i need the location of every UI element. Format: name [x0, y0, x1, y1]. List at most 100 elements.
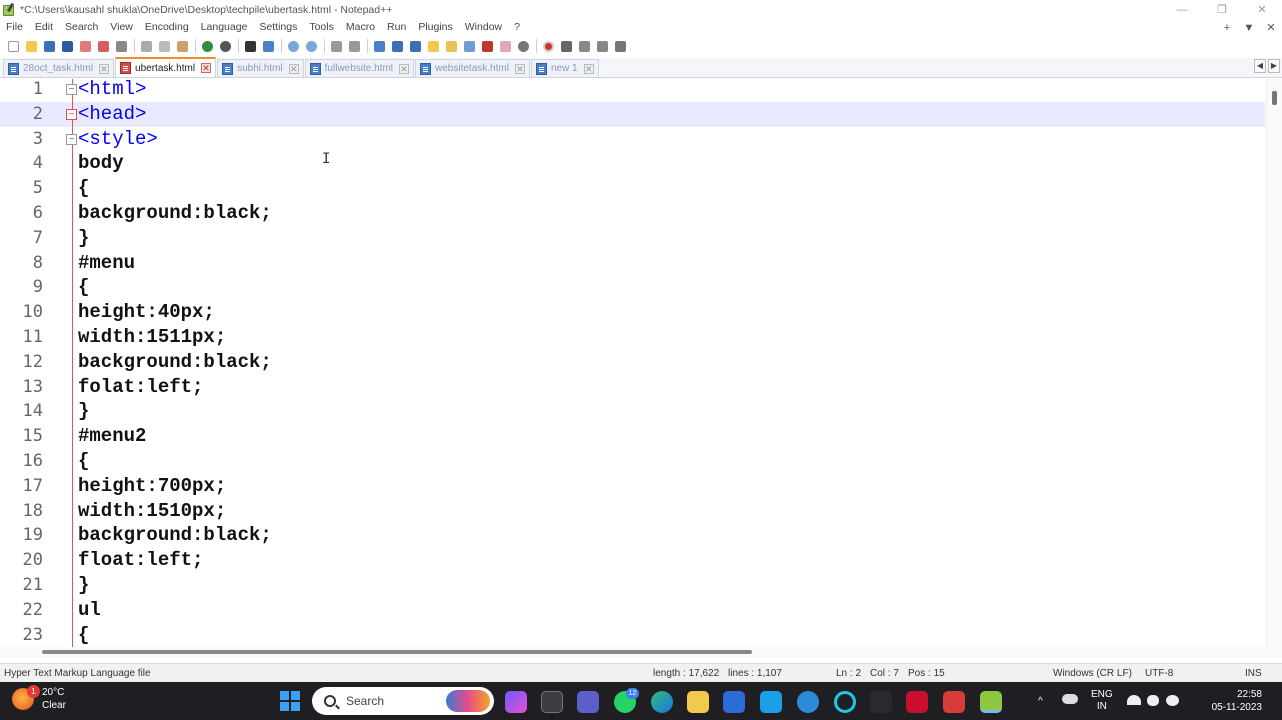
file-explorer-icon[interactable] [687, 691, 709, 713]
menu-search[interactable]: Search [59, 19, 104, 36]
doc-list-icon[interactable] [461, 38, 477, 54]
menu-window[interactable]: Window [459, 19, 508, 36]
add-tab-button[interactable]: + [1216, 19, 1238, 36]
onedrive-icon[interactable] [1062, 694, 1078, 704]
horizontal-scroll-thumb[interactable] [42, 650, 752, 654]
menu-encoding[interactable]: Encoding [139, 19, 195, 36]
stop-macro-icon[interactable] [558, 38, 574, 54]
tab-scroll-left-button[interactable]: ◀ [1254, 59, 1266, 73]
code-line[interactable]: 6 background:black; [0, 201, 1265, 226]
tab-websitetask[interactable]: websitetask.html ✕ [415, 59, 530, 77]
html-tag-text[interactable]: <style> [78, 127, 158, 152]
close-document-button[interactable]: ✕ [1260, 19, 1282, 36]
code-text[interactable]: { [78, 275, 89, 300]
task-view-icon[interactable] [541, 691, 563, 713]
weather-widget[interactable]: 1 20°C Clear [12, 685, 66, 712]
vertical-scrollbar[interactable] [1266, 79, 1282, 647]
tab-subhi[interactable]: subhi.html ✕ [217, 59, 304, 77]
close-window-button[interactable]: ✕ [1242, 0, 1282, 19]
close-all-icon[interactable] [95, 38, 111, 54]
close-icon[interactable]: ✕ [201, 63, 212, 73]
edge-browser-icon[interactable] [651, 691, 673, 713]
code-line[interactable]: 20 float:left; [0, 548, 1265, 573]
screen-recorder-icon[interactable] [943, 691, 965, 713]
menu-settings[interactable]: Settings [253, 19, 303, 36]
code-line[interactable]: 4 body [0, 151, 1265, 176]
save-all-icon[interactable] [59, 38, 75, 54]
copilot-icon[interactable] [505, 691, 527, 713]
undo-icon[interactable] [199, 38, 215, 54]
code-line[interactable]: 15 #menu2 [0, 424, 1265, 449]
code-line[interactable]: 2 <head> [0, 101, 1265, 127]
status-eol-format[interactable]: Windows (CR LF) [1053, 664, 1132, 683]
print-icon[interactable] [113, 38, 129, 54]
code-line[interactable]: 8 #menu [0, 251, 1265, 276]
chrome-app-icon[interactable] [797, 691, 819, 713]
code-text[interactable]: body [78, 151, 124, 176]
function-list-icon[interactable] [479, 38, 495, 54]
open-file-icon[interactable] [23, 38, 39, 54]
play-macro-icon[interactable] [576, 38, 592, 54]
code-text[interactable]: } [78, 226, 89, 251]
code-editor[interactable]: 1 <html> 2 <head> 3 <style> 4 body 5{6 background… [0, 79, 1282, 647]
vertical-scroll-thumb[interactable] [1272, 91, 1277, 105]
start-button-windows-icon[interactable] [280, 691, 300, 711]
code-text[interactable]: } [78, 573, 89, 598]
code-line[interactable]: 19 background:black; [0, 523, 1265, 548]
close-icon[interactable]: ✕ [514, 63, 525, 74]
volume-icon[interactable] [1147, 695, 1159, 706]
close-icon[interactable]: ✕ [288, 63, 299, 74]
record-macro-icon[interactable] [540, 38, 556, 54]
indent-guide-icon[interactable] [407, 38, 423, 54]
teams-chat-icon[interactable] [577, 691, 599, 713]
code-line[interactable]: 16 { [0, 449, 1265, 474]
code-line[interactable]: 5{ [0, 176, 1265, 201]
code-line[interactable]: 1 <html> [0, 79, 1265, 102]
fold-toggle-icon[interactable]: − [66, 84, 77, 95]
list-tabs-button[interactable]: ▼ [1238, 19, 1260, 36]
wifi-icon[interactable] [1127, 695, 1141, 705]
find-icon[interactable] [242, 38, 258, 54]
code-text[interactable]: { [78, 176, 89, 201]
code-text[interactable]: #menu [78, 251, 135, 276]
close-icon[interactable]: ✕ [583, 63, 594, 74]
monitoring-icon[interactable] [515, 38, 531, 54]
tab-scroll-right-button[interactable]: ▶ [1268, 59, 1280, 73]
status-insert-mode[interactable]: INS [1245, 664, 1262, 683]
menu-file[interactable]: File [0, 19, 29, 36]
menu-tools[interactable]: Tools [303, 19, 340, 36]
copy-icon[interactable] [156, 38, 172, 54]
code-text[interactable]: ul [78, 598, 101, 623]
folder-workspace-icon[interactable] [497, 38, 513, 54]
code-text[interactable]: folat:left; [78, 375, 203, 400]
code-text[interactable]: background:black; [78, 350, 272, 375]
menu-run[interactable]: Run [381, 19, 412, 36]
save-icon[interactable] [41, 38, 57, 54]
menu-help[interactable]: ? [508, 19, 526, 36]
redo-icon[interactable] [217, 38, 233, 54]
minimize-button[interactable]: — [1162, 0, 1202, 19]
restore-button[interactable]: ❐ [1202, 0, 1242, 19]
horizontal-scrollbar[interactable] [0, 647, 1282, 657]
tab-new-1[interactable]: new 1 ✕ [530, 59, 599, 77]
run-macro-multiple-icon[interactable] [594, 38, 610, 54]
cortana-icon[interactable] [834, 691, 856, 713]
word-wrap-icon[interactable] [371, 38, 387, 54]
code-line[interactable]: 9{ [0, 275, 1265, 300]
replace-icon[interactable] [260, 38, 276, 54]
taskbar-search-box[interactable]: Search [312, 687, 494, 715]
html-tag-text[interactable]: <html> [78, 79, 146, 102]
code-line[interactable]: 17 height:700px; [0, 474, 1265, 499]
new-file-icon[interactable] [5, 38, 21, 54]
code-line[interactable]: 12 background:black; [0, 350, 1265, 375]
battery-icon[interactable] [1166, 695, 1179, 706]
tab-28oct-task[interactable]: 28oct_task.html ✕ [3, 59, 115, 77]
code-line[interactable]: 3 <style> [0, 127, 1265, 152]
tab-ubertask[interactable]: ubertask.html ✕ [115, 57, 217, 77]
code-line[interactable]: 11 width:1511px; [0, 325, 1265, 350]
notepadpp-taskbar-icon[interactable] [980, 691, 1002, 713]
menu-macro[interactable]: Macro [340, 19, 381, 36]
cut-icon[interactable] [138, 38, 154, 54]
doc-map-icon[interactable] [443, 38, 459, 54]
mcafee-icon[interactable] [906, 691, 928, 713]
